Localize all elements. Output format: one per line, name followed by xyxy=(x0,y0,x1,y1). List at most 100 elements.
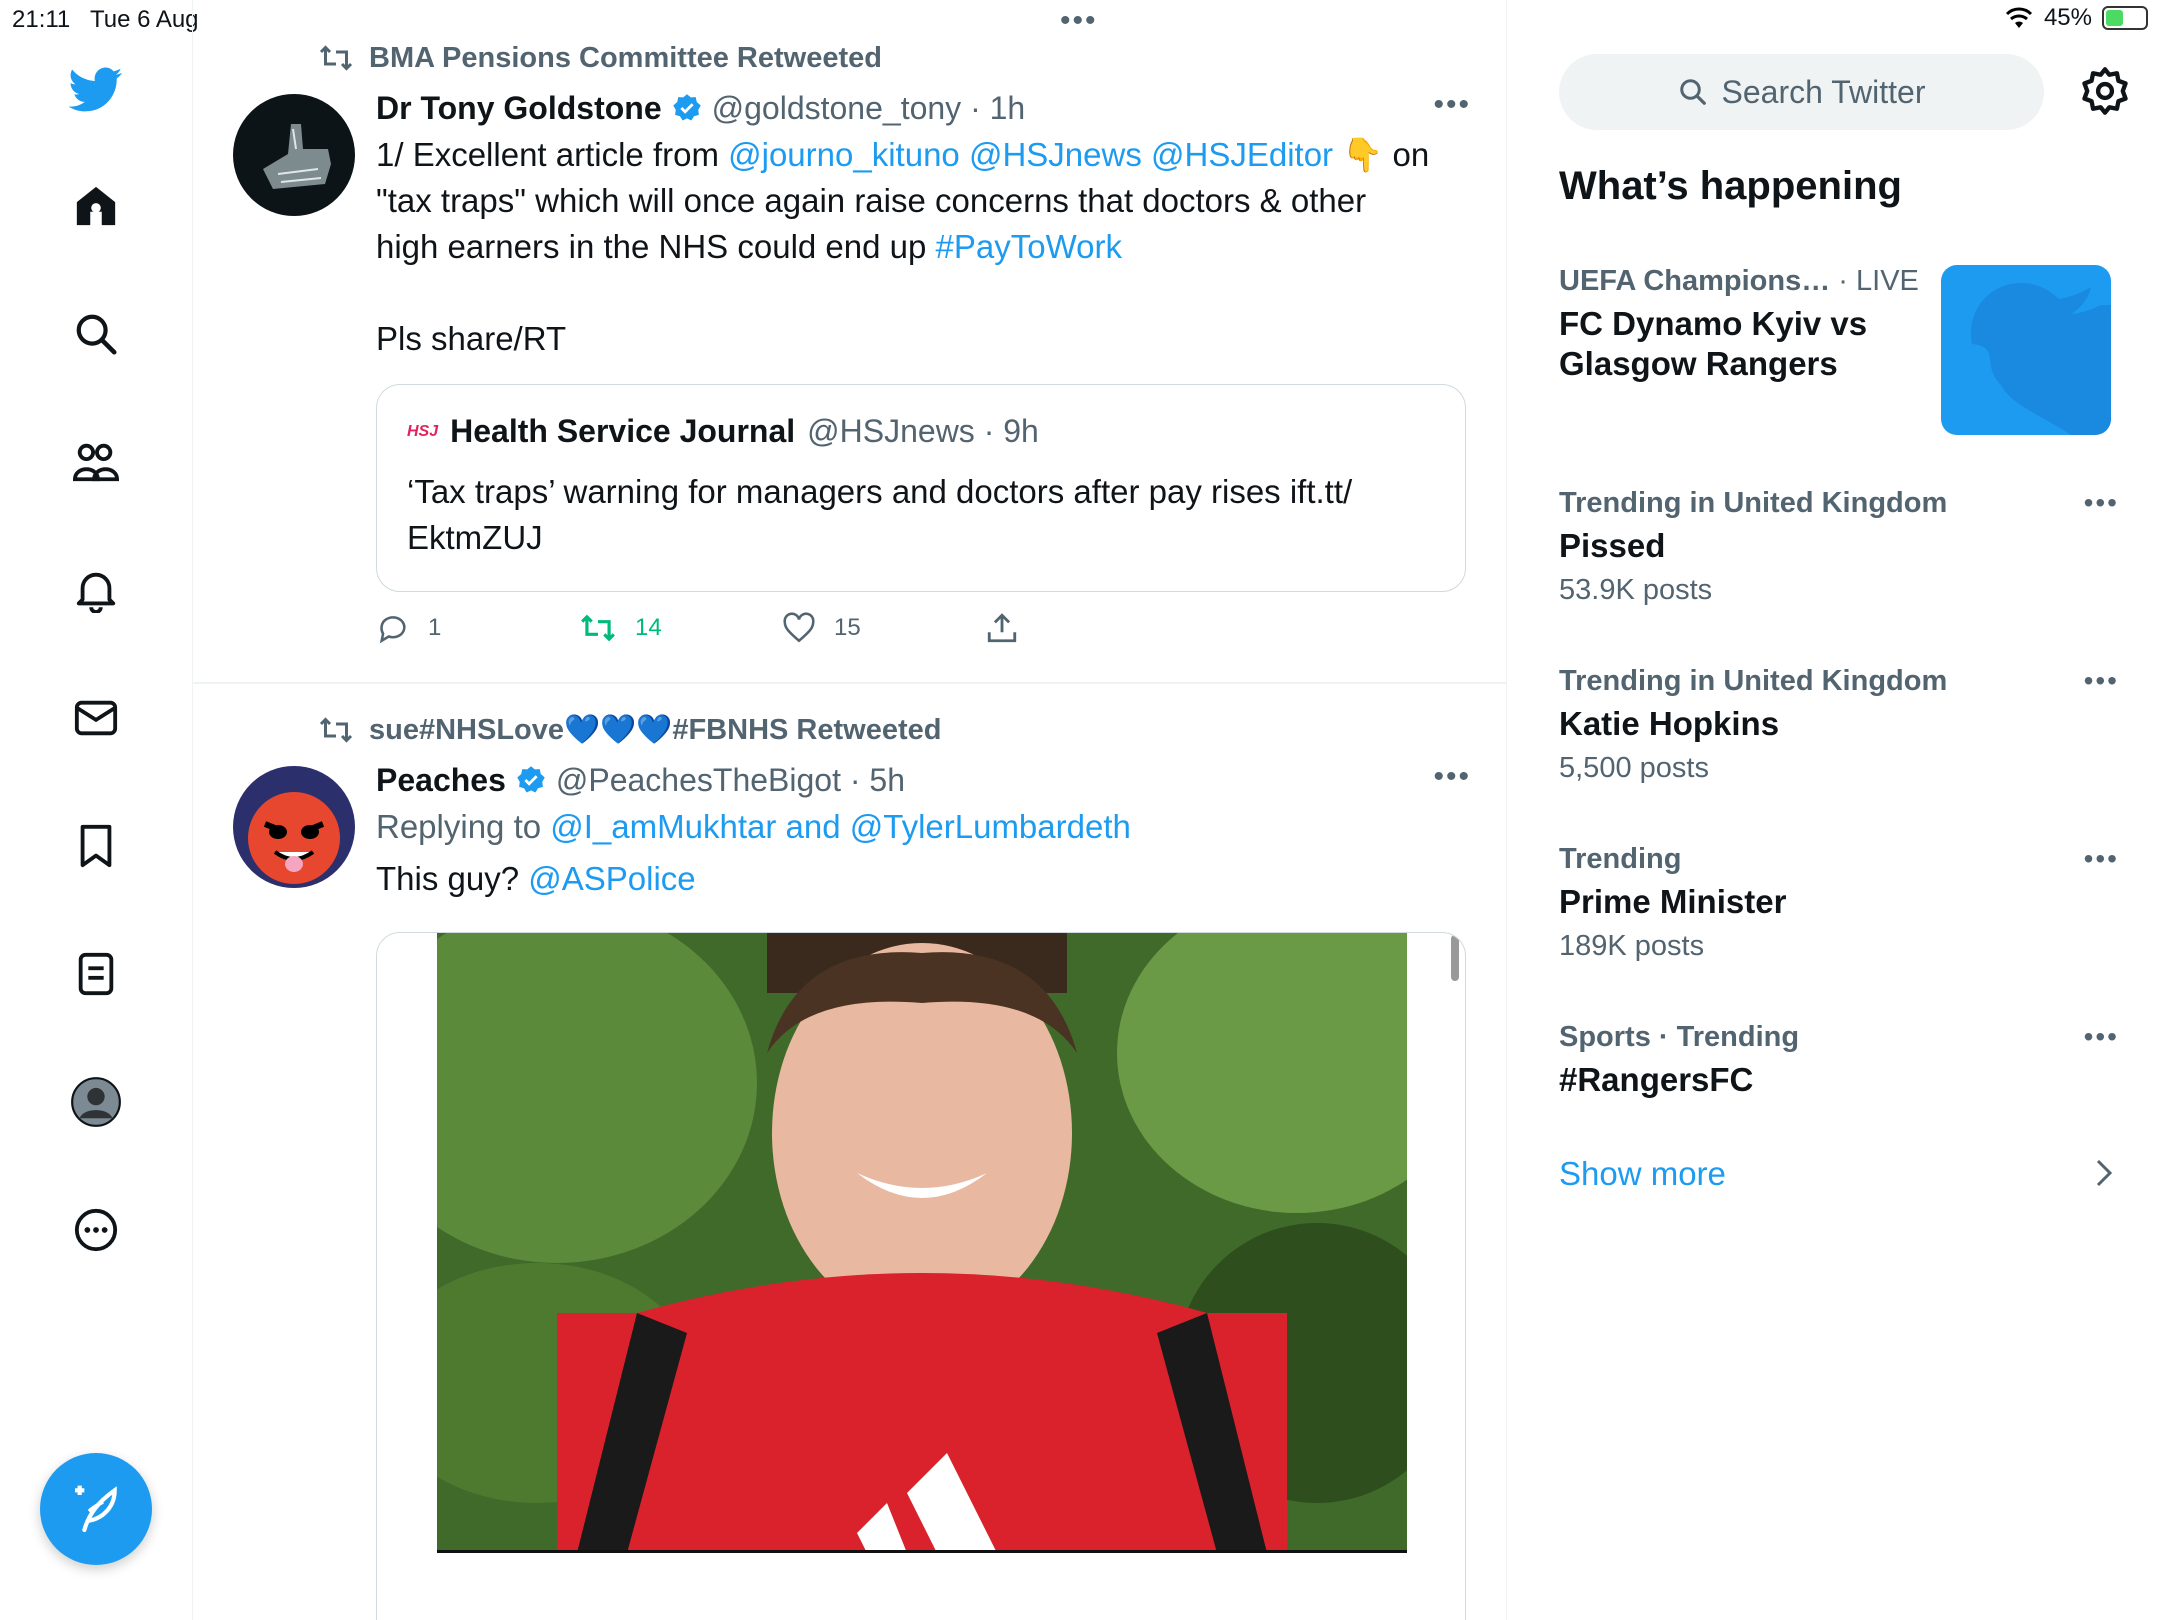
retweeted-by-text[interactable]: sue#NHSLove💙💙💙#FBNHS Retweeted xyxy=(369,713,941,747)
quoted-author-row: HSJ Health Service Journal @HSJnews · 9h xyxy=(407,413,1039,450)
trend-count: 189K posts xyxy=(1559,930,1705,962)
tweet-peaches[interactable]: sue#NHSLove💙💙💙#FBNHS Retweeted Peaches @… xyxy=(193,684,1506,1620)
trend-title: Prime Minister xyxy=(1559,883,1787,920)
quoted-text: ‘Tax traps’ warning for managers and doc… xyxy=(407,469,1447,561)
compose-tweet-button[interactable] xyxy=(40,1453,152,1565)
share-icon xyxy=(987,613,1017,643)
search-icon xyxy=(1679,79,1706,105)
trend-title: Pissed xyxy=(1559,527,1666,564)
lists-icon[interactable] xyxy=(66,944,126,1004)
replying-to-line: Replying to @I_amMukhtar and @TylerLumba… xyxy=(376,808,1471,846)
search-input[interactable]: Search Twitter xyxy=(1559,54,2044,130)
trend-count: 53.9K posts xyxy=(1559,574,1713,606)
left-nav xyxy=(0,0,193,1620)
live-label: · LIVE xyxy=(1830,265,1919,297)
timeline: BMA Pensions Committee Retweeted Dr Tony… xyxy=(193,0,1507,1620)
twitter-logo-icon[interactable] xyxy=(66,60,126,120)
featured-category: UEFA Champions… xyxy=(1559,265,1831,297)
share-button[interactable] xyxy=(985,611,1188,645)
retweeted-by-line: BMA Pensions Committee Retweeted xyxy=(317,38,882,78)
replying-prefix: Replying to xyxy=(376,808,551,845)
quoted-tweet-card[interactable]: HSJ Health Service Journal @HSJnews · 9h… xyxy=(376,384,1466,592)
settings-gear-icon[interactable] xyxy=(2079,65,2131,117)
bookmarks-icon[interactable] xyxy=(66,816,126,876)
quoted-author-name: Health Service Journal xyxy=(450,413,796,449)
like-button[interactable]: 15 xyxy=(782,611,985,645)
tweet-text-spacer xyxy=(376,270,1471,316)
retweeted-by-line: sue#NHSLove💙💙💙#FBNHS Retweeted xyxy=(317,710,941,750)
trend-more-icon[interactable]: ••• xyxy=(2084,665,2119,697)
hashtag-link[interactable]: #PayToWork xyxy=(936,228,1122,265)
featured-thumbnail[interactable] xyxy=(1941,265,2111,435)
avatar-peaches[interactable] xyxy=(233,766,355,888)
tweet-text-line-4: Pls share/RT xyxy=(376,320,567,357)
tweet-more-icon[interactable]: ••• xyxy=(1433,88,1471,122)
tweet-text-span: This guy? xyxy=(376,860,529,897)
tweet-text-line-3: high earners in the NHS could end up #Pa… xyxy=(376,224,1471,270)
tweet-text-line-1: 1/ Excellent article from @journo_kituno… xyxy=(376,132,1471,178)
trend-more-icon[interactable]: ••• xyxy=(2084,843,2119,875)
messages-envelope-icon[interactable] xyxy=(66,688,126,748)
retweet-icon xyxy=(319,717,353,743)
search-placeholder: Search Twitter xyxy=(1721,73,1926,110)
trend-item[interactable]: Trending in United Kingdom Katie Hopkins… xyxy=(1559,665,2119,785)
trend-more-icon[interactable]: ••• xyxy=(2084,1021,2119,1053)
tweet-goldstone[interactable]: BMA Pensions Committee Retweeted Dr Tony… xyxy=(193,0,1506,682)
tweet-text-span: high earners in the NHS could end up xyxy=(376,228,936,265)
home-icon[interactable] xyxy=(66,176,126,236)
trend-item[interactable]: Sports · Trending #RangersFC ••• xyxy=(1559,1021,2119,1100)
verified-badge-icon xyxy=(517,766,545,793)
trend-meta: Trending in United Kingdom xyxy=(1559,665,1948,697)
retweet-button[interactable]: 14 xyxy=(579,611,782,645)
trend-item[interactable]: Trending Prime Minister 189K posts ••• xyxy=(1559,843,2119,963)
tweet-media-frame[interactable] xyxy=(376,932,1466,1620)
trend-count: 5,500 posts xyxy=(1559,752,1709,784)
author-name[interactable]: Dr Tony Goldstone xyxy=(376,90,662,127)
profile-avatar-icon[interactable] xyxy=(66,1072,126,1132)
author-row: Peaches @PeachesTheBigot · 5h xyxy=(376,758,1471,802)
tweet-more-icon[interactable]: ••• xyxy=(1433,760,1471,794)
heart-icon xyxy=(783,612,815,643)
mention-links[interactable]: @journo_kituno @HSJnews @HSJEditor xyxy=(728,136,1333,173)
author-handle-time[interactable]: @goldstone_tony · 1h xyxy=(712,90,1026,127)
reply-icon xyxy=(379,616,406,644)
featured-meta: UEFA Champions… · LIVE xyxy=(1559,265,1939,298)
chevron-right-icon[interactable] xyxy=(2095,1158,2113,1188)
explore-search-icon[interactable] xyxy=(66,304,126,364)
right-sidebar: Search Twitter What’s happening UEFA Cha… xyxy=(1508,0,2160,1620)
verified-badge-icon xyxy=(672,94,701,121)
trend-title: #RangersFC xyxy=(1559,1061,1754,1098)
tweet-text-span: 👇 on xyxy=(1333,136,1430,173)
tweet-body: Peaches @PeachesTheBigot · 5h ••• Replyi… xyxy=(376,758,1471,902)
tweet-text-span: 1/ Excellent article from xyxy=(376,136,729,173)
trend-item[interactable]: Trending in United Kingdom Pissed 53.9K … xyxy=(1559,487,2119,607)
author-name[interactable]: Peaches xyxy=(376,762,506,799)
trend-more-icon[interactable]: ••• xyxy=(2084,487,2119,519)
hsj-logo-icon: HSJ xyxy=(407,422,439,440)
communities-icon[interactable] xyxy=(66,432,126,492)
twitter-bird-watermark-icon xyxy=(1971,283,2111,435)
notifications-bell-icon[interactable] xyxy=(66,560,126,620)
media-scrollbar[interactable] xyxy=(1451,935,1459,981)
trend-meta: Trending in United Kingdom xyxy=(1559,487,1948,519)
trend-meta: Sports · Trending xyxy=(1559,1021,1800,1053)
like-count: 15 xyxy=(834,614,861,641)
author-handle-time[interactable]: @PeachesTheBigot · 5h xyxy=(556,762,905,799)
featured-trend[interactable]: UEFA Champions… · LIVE FC Dynamo Kyiv vs… xyxy=(1559,265,1939,384)
avatar-goldstone[interactable] xyxy=(233,94,355,216)
mention-link[interactable]: @ASPolice xyxy=(528,860,695,897)
trend-title: Katie Hopkins xyxy=(1559,705,1780,742)
reply-button[interactable]: 1 xyxy=(376,611,579,645)
quoted-author-handle: @HSJnews · 9h xyxy=(807,413,1039,449)
whats-happening-heading: What’s happening xyxy=(1559,164,1902,208)
replying-to-links[interactable]: @I_amMukhtar and @TylerLumbardeth xyxy=(550,808,1131,845)
tweet-text-line-2: "tax traps" which will once again raise … xyxy=(376,182,1367,219)
quoted-text-line-1: ‘Tax traps’ warning for managers and doc… xyxy=(407,473,1353,510)
tweet-body: Dr Tony Goldstone @goldstone_tony · 1h •… xyxy=(376,86,1471,362)
tweet-photo[interactable] xyxy=(437,933,1407,1553)
author-row: Dr Tony Goldstone @goldstone_tony · 1h xyxy=(376,86,1471,130)
show-more-link[interactable]: Show more xyxy=(1559,1155,1726,1193)
retweeted-by-text[interactable]: BMA Pensions Committee Retweeted xyxy=(369,42,882,75)
quoted-text-line-2: EktmZUJ xyxy=(407,519,543,556)
more-options-icon[interactable] xyxy=(66,1200,126,1260)
